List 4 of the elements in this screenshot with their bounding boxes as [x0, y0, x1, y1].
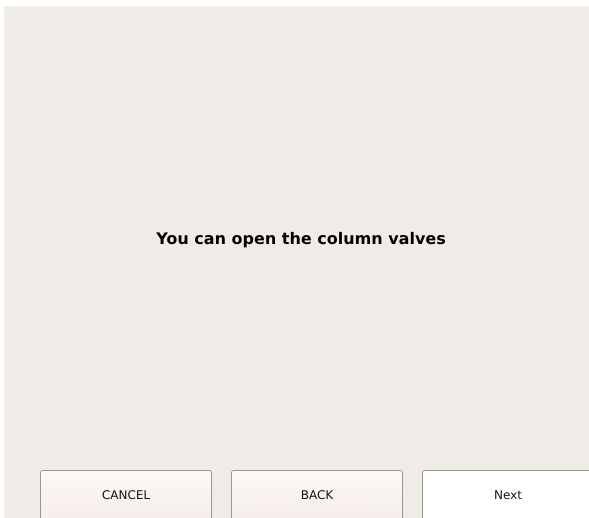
- default-button[interactable]: Next: [422, 470, 589, 518]
- message-text: You can open the column valves: [156, 228, 446, 248]
- dialog-button[interactable]: BACK: [231, 470, 403, 518]
- dialog-button[interactable]: CANCEL: [40, 470, 212, 518]
